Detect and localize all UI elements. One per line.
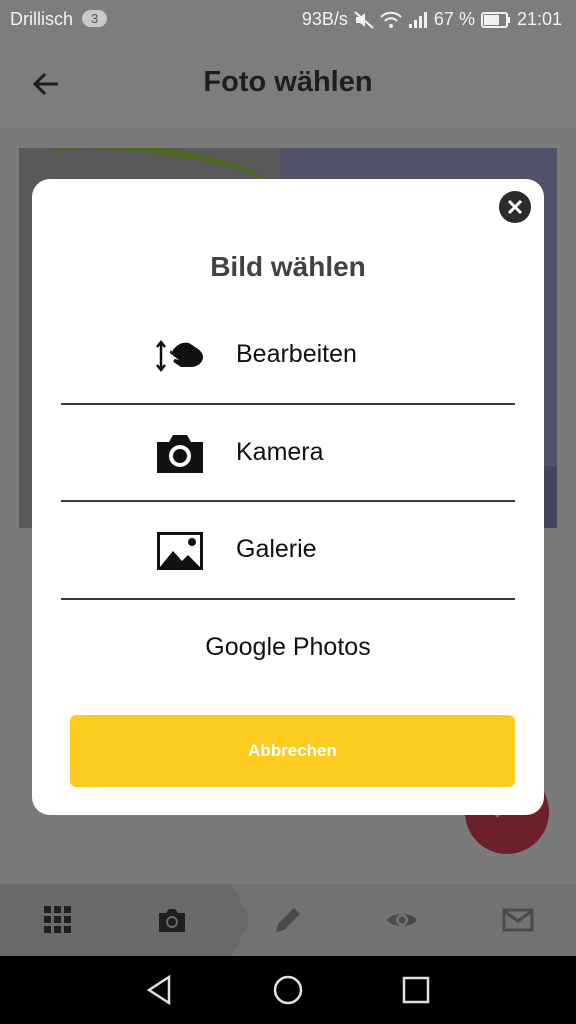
dialog-title: Bild wählen: [210, 251, 366, 282]
pencil-icon[interactable]: [272, 904, 304, 936]
carrier-label: Drillisch 3: [10, 9, 108, 30]
clock: 21:01: [516, 9, 562, 29]
signal-icon: [408, 11, 427, 28]
battery-icon: [480, 11, 510, 28]
image-picker-dialog: Bild wählen Bearbeiten Kamera Galerie Go…: [32, 179, 544, 815]
option-label: Galerie: [236, 535, 317, 563]
home-circle-icon[interactable]: [271, 973, 305, 1007]
notification-badge: 3: [82, 10, 108, 27]
status-right: 93B/s 67 % 21:01: [302, 9, 562, 30]
mail-icon[interactable]: [502, 904, 534, 936]
camera-icon[interactable]: [156, 904, 188, 936]
option-bearbeiten[interactable]: Bearbeiten: [61, 307, 515, 404]
app-bar: Foto wählen: [0, 40, 576, 128]
option-google-photos[interactable]: Google Photos: [61, 600, 515, 697]
recents-square-icon[interactable]: [399, 973, 433, 1007]
option-label: Google Photos: [205, 633, 371, 661]
battery-percent: 67 %: [433, 9, 475, 29]
system-nav-bar: [0, 956, 576, 1024]
eye-icon[interactable]: [386, 904, 418, 936]
hand-swipe-icon: [156, 339, 203, 373]
option-galerie[interactable]: Galerie: [61, 502, 515, 599]
carrier-name: Drillisch: [10, 9, 73, 29]
bottom-nav: [0, 884, 576, 956]
mute-icon: [354, 10, 374, 29]
back-triangle-icon[interactable]: [143, 973, 177, 1007]
wifi-icon: [380, 11, 402, 28]
nav-chevron: [232, 884, 250, 956]
grid-icon[interactable]: [42, 904, 74, 936]
option-label: Kamera: [236, 438, 324, 466]
network-speed: 93B/s: [301, 9, 348, 29]
camera-icon: [157, 435, 203, 473]
status-bar: Drillisch 3 93B/s 67 % 21:01: [0, 0, 576, 40]
close-button[interactable]: [499, 191, 531, 223]
cancel-button[interactable]: Abbrechen: [70, 715, 515, 787]
active-nav-section: [0, 884, 232, 956]
option-label: Bearbeiten: [236, 340, 357, 368]
option-kamera[interactable]: Kamera: [61, 405, 515, 502]
page-title: Foto wählen: [203, 66, 373, 98]
close-icon: [507, 199, 523, 215]
image-icon: [157, 532, 203, 570]
